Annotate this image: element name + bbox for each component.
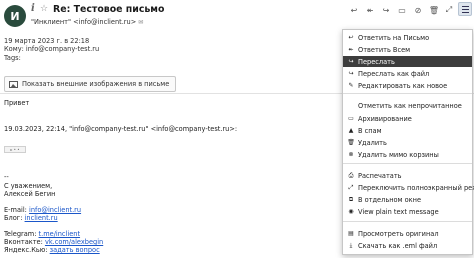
document-icon: ▤ (348, 230, 354, 237)
forward-icon[interactable]: ↪ (380, 4, 392, 16)
menu-item-new-window[interactable]: ⧉ В отдельном окне (343, 194, 472, 205)
email-line: E-mail: info@inclient.ru (4, 206, 81, 214)
trash-icon: 🗑 (347, 139, 355, 146)
menu-divider (343, 93, 472, 94)
signature-separator: -- (4, 173, 9, 181)
vk-line: Вконтакте: vk.com/alexbegin (4, 238, 103, 246)
forward-file-icon: ↪ (348, 70, 354, 77)
menu-item-fullscreen[interactable]: ⤢ Переключить полноэкранный режим (343, 182, 474, 193)
show-external-images-label: Показать внешние изображения в письме (22, 80, 170, 88)
menu-item-label: Редактировать как новое (358, 81, 448, 90)
menu-item-plain-text[interactable]: ◉ View plain text message (343, 206, 472, 217)
menu-item-print[interactable]: ⎙ Распечатать (343, 170, 472, 181)
spam-icon[interactable]: ⊘ (412, 4, 424, 16)
menu-item-spam[interactable]: ▲ В спам (343, 125, 472, 136)
fullscreen-icon[interactable]: ⤢ (443, 4, 455, 16)
menu-item-label: Просмотреть оригинал (358, 229, 439, 238)
greeting: Привет (4, 99, 30, 107)
star-icon[interactable]: ☆ (40, 4, 48, 14)
menu-item-label: Скачать как .eml файл (358, 241, 438, 250)
edit-icon: ✎ (348, 82, 354, 89)
info-icon[interactable]: i (31, 3, 35, 14)
signature-name: Алексей Бегин (4, 190, 56, 198)
envelope-icon[interactable]: ✉ (138, 19, 143, 26)
menu-item-label: Переслать (358, 57, 395, 66)
menu-item-label: Переслать как файл (358, 69, 430, 78)
blog-label: Блог: (4, 214, 25, 222)
regards: С уважением, (4, 182, 53, 190)
reply-all-icon[interactable]: ↞ (364, 4, 376, 16)
trash-icon[interactable]: 🗑 (428, 4, 440, 16)
menu-item-forward[interactable]: ↪ Переслать (343, 56, 472, 67)
message-header: И i ☆ Re: Тестовое письмо "Инклиент" <in… (0, 0, 474, 32)
menu-item-reply-all[interactable]: ↞ Ответить Всем (343, 44, 472, 55)
email-link[interactable]: info@inclient.ru (29, 206, 81, 214)
yandex-label: Яндекс.Кью: (4, 246, 50, 254)
menu-item-download-eml[interactable]: ⤓ Скачать как .eml файл (343, 240, 472, 251)
vk-link[interactable]: vk.com/alexbegin (45, 238, 103, 246)
menu-divider (343, 163, 472, 164)
more-menu-button[interactable] (458, 2, 472, 16)
menu-item-label: Ответить Всем (358, 45, 411, 54)
menu-item-label: View plain text message (358, 207, 439, 216)
blog-line: Блог: inclient.ru (4, 214, 58, 222)
archive-icon[interactable]: ▭ (396, 4, 408, 16)
reply-icon[interactable]: ↩ (348, 4, 360, 16)
message-subject: Re: Тестовое письмо (53, 4, 165, 15)
eye-icon: ◉ (348, 208, 354, 215)
menu-item-delete[interactable]: 🗑 Удалить (343, 137, 472, 148)
menu-divider (343, 221, 472, 222)
message-recipient: Кому: info@company-test.ru (4, 45, 100, 53)
reply-icon: ↩ (348, 34, 354, 41)
menu-item-reply[interactable]: ↩ Ответить на Письмо (343, 32, 472, 43)
menu-item-label: Распечатать (358, 171, 402, 180)
image-icon (9, 80, 18, 88)
archive-icon: ▭ (348, 115, 354, 122)
sender[interactable]: "Инклиент" <info@inclient.ru> ✉ (31, 18, 143, 26)
quote-header: 19.03.2023, 22:14, "info@company-test.ru… (4, 125, 238, 133)
yandex-line: Яндекс.Кью: задать вопрос (4, 246, 100, 254)
menu-item-view-original[interactable]: ▤ Просмотреть оригинал (343, 228, 472, 239)
telegram-line: Telegram: t.me/inclient (4, 230, 80, 238)
menu-item-label: В спам (358, 126, 382, 135)
menu-item-mark-unread[interactable]: Отметить как непрочитанное (343, 100, 472, 111)
menu-item-delete-permanently[interactable]: ⊗ Удалить мимо корзины (343, 149, 472, 160)
print-icon: ⎙ (348, 171, 354, 179)
show-quote-button[interactable]: ▸ • • (4, 146, 26, 153)
spam-icon: ▲ (348, 127, 354, 134)
menu-item-label: Отметить как непрочитанное (358, 101, 462, 110)
vk-label: Вконтакте: (4, 238, 45, 246)
telegram-label: Telegram: (4, 230, 39, 238)
forward-icon: ↪ (348, 58, 354, 65)
download-icon: ⤓ (349, 241, 353, 249)
menu-item-edit-as-new[interactable]: ✎ Редактировать как новое (343, 80, 472, 91)
menu-item-label: Удалить (358, 138, 387, 147)
menu-item-label: Ответить на Письмо (358, 33, 430, 42)
reply-all-icon: ↞ (348, 46, 354, 53)
menu-item-label: Удалить мимо корзины (358, 150, 439, 159)
message-date: 19 марта 2023 г. в 22:18 (4, 37, 90, 45)
message-tags: Tags: (4, 54, 21, 62)
blog-link[interactable]: inclient.ru (25, 214, 58, 222)
new-window-icon: ⧉ (348, 195, 354, 203)
sender-address: "Инклиент" <info@inclient.ru> (31, 18, 137, 26)
menu-item-label: В отдельном окне (358, 195, 422, 204)
fullscreen-icon: ⤢ (348, 183, 354, 191)
menu-item-label: Переключить полноэкранный режим (358, 183, 474, 192)
show-external-images-button[interactable]: Показать внешние изображения в письме (4, 76, 177, 92)
menu-item-archive[interactable]: ▭ Архивирование (343, 113, 472, 124)
telegram-link[interactable]: t.me/inclient (39, 230, 81, 238)
email-label: E-mail: (4, 206, 29, 214)
menu-item-label: Архивирование (358, 114, 412, 123)
message-actions-menu: ↩ Ответить на Письмо ↞ Ответить Всем ↪ Пере… (342, 29, 474, 255)
menu-item-forward-as-file[interactable]: ↪ Переслать как файл (343, 68, 472, 79)
avatar: И (4, 5, 26, 27)
yandex-link[interactable]: задать вопрос (50, 246, 100, 254)
delete-permanent-icon: ⊗ (348, 151, 354, 158)
